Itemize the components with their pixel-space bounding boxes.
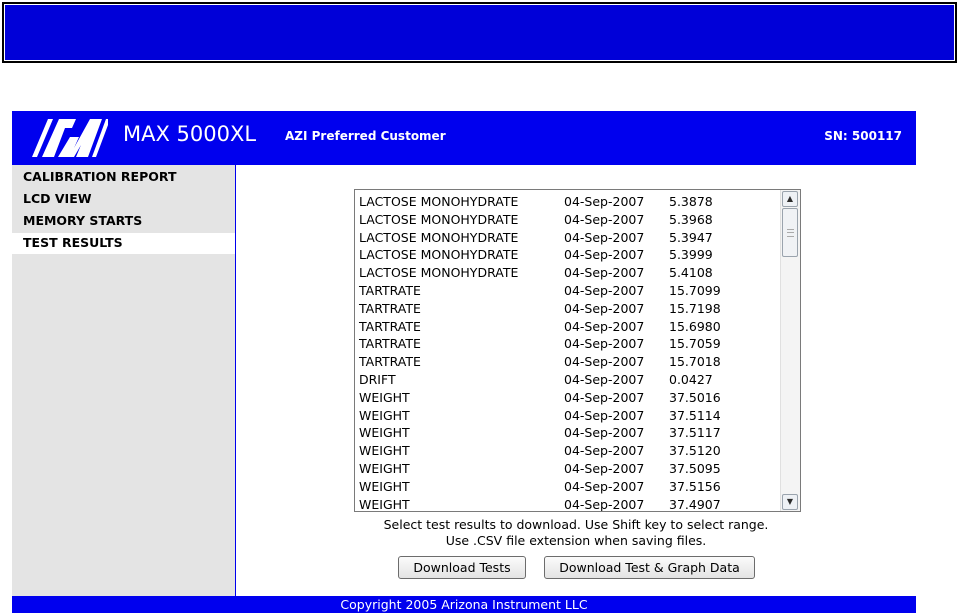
test-date: 04-Sep-2007 bbox=[564, 194, 645, 209]
sidebar-item-test-results[interactable]: TEST RESULTS bbox=[12, 233, 235, 254]
test-name: TARTRATE bbox=[359, 336, 421, 352]
test-name: WEIGHT bbox=[359, 407, 410, 423]
listbox-scrollbar[interactable]: ▲ ▼ bbox=[780, 190, 800, 511]
test-value: 15.7059 bbox=[669, 336, 721, 352]
test-date: 04-Sep-2007 bbox=[564, 318, 645, 334]
test-date: 04-Sep-2007 bbox=[564, 372, 645, 387]
test-name: LACTOSE MONOHYDRATE bbox=[359, 247, 519, 263]
test-date: 04-Sep-2007 bbox=[564, 354, 645, 370]
scroll-up-icon[interactable]: ▲ bbox=[782, 191, 798, 207]
copyright-footer: Copyright 2005 Arizona Instrument LLC bbox=[12, 596, 916, 613]
test-value: 5.3999 bbox=[669, 247, 713, 263]
test-name: TARTRATE bbox=[359, 283, 421, 298]
test-value: 15.7099 bbox=[669, 283, 721, 298]
test-date: 04-Sep-2007 bbox=[564, 211, 645, 227]
test-name: LACTOSE MONOHYDRATE bbox=[359, 229, 519, 245]
test-results-listbox[interactable]: LACTOSE MONOHYDRATE 04-Sep-2007 5.3878 LACT… bbox=[354, 189, 801, 512]
test-value: 37.5016 bbox=[669, 389, 721, 405]
test-name: LACTOSE MONOHYDRATE bbox=[359, 265, 519, 281]
test-value: 37.5117 bbox=[669, 425, 721, 441]
sidebar-item-calibration-report[interactable]: CALIBRATION REPORT bbox=[12, 167, 235, 188]
test-date: 04-Sep-2007 bbox=[564, 283, 645, 298]
model-name: MAX 5000XL bbox=[123, 122, 257, 146]
test-name: WEIGHT bbox=[359, 461, 410, 476]
instruction-text-2: Use .CSV file extension when saving file… bbox=[445, 533, 707, 548]
test-date: 04-Sep-2007 bbox=[564, 229, 645, 245]
test-date: 04-Sep-2007 bbox=[564, 407, 645, 423]
scroll-down-icon[interactable]: ▼ bbox=[782, 494, 798, 510]
test-date: 04-Sep-2007 bbox=[564, 389, 645, 405]
scroll-thumb[interactable] bbox=[782, 208, 798, 257]
app-header: MAX 5000XL AZI Preferred Customer SN: 50… bbox=[12, 111, 916, 165]
test-value: 15.6980 bbox=[669, 318, 721, 334]
test-name: LACTOSE MONOHYDRATE bbox=[359, 194, 519, 209]
test-name: TARTRATE bbox=[359, 318, 421, 334]
test-date: 04-Sep-2007 bbox=[564, 443, 645, 459]
sidebar-item-lcd-view[interactable]: LCD VIEW bbox=[12, 189, 235, 210]
test-name: TARTRATE bbox=[359, 300, 421, 316]
test-name: WEIGHT bbox=[359, 496, 410, 512]
test-value: 15.7018 bbox=[669, 354, 721, 370]
test-value: 5.4108 bbox=[669, 265, 713, 281]
test-value: 37.5095 bbox=[669, 461, 721, 476]
test-date: 04-Sep-2007 bbox=[564, 265, 645, 281]
download-tests-button[interactable]: Download Tests bbox=[398, 556, 526, 579]
top-banner bbox=[2, 2, 957, 63]
test-value: 37.5156 bbox=[669, 478, 721, 494]
test-name: WEIGHT bbox=[359, 389, 410, 405]
test-date: 04-Sep-2007 bbox=[564, 461, 645, 476]
test-name: DRIFT bbox=[359, 372, 396, 387]
test-value: 0.0427 bbox=[669, 372, 713, 387]
test-name: WEIGHT bbox=[359, 443, 410, 459]
customer-name: AZI Preferred Customer bbox=[285, 129, 446, 143]
test-name: TARTRATE bbox=[359, 354, 421, 370]
test-date: 04-Sep-2007 bbox=[564, 336, 645, 352]
test-value: 5.3878 bbox=[669, 194, 713, 209]
sidebar-nav: CALIBRATION REPORT LCD VIEW MEMORY START… bbox=[12, 165, 236, 596]
download-test-graph-button[interactable]: Download Test & Graph Data bbox=[544, 556, 755, 579]
test-name: LACTOSE MONOHYDRATE bbox=[359, 211, 519, 227]
instruction-text-1: Select test results to download. Use Shi… bbox=[383, 517, 769, 532]
test-date: 04-Sep-2007 bbox=[564, 478, 645, 494]
test-date: 04-Sep-2007 bbox=[564, 425, 645, 441]
test-name: WEIGHT bbox=[359, 478, 410, 494]
test-value: 15.7198 bbox=[669, 300, 721, 316]
test-name: WEIGHT bbox=[359, 425, 410, 441]
test-value: 37.5120 bbox=[669, 443, 721, 459]
test-date: 04-Sep-2007 bbox=[564, 247, 645, 263]
test-date: 04-Sep-2007 bbox=[564, 300, 645, 316]
azi-logo bbox=[32, 119, 108, 157]
test-date: 04-Sep-2007 bbox=[564, 496, 645, 512]
serial-number: SN: 500117 bbox=[824, 129, 902, 143]
test-value: 37.5114 bbox=[669, 407, 721, 423]
test-value: 5.3947 bbox=[669, 229, 713, 245]
test-value: 5.3968 bbox=[669, 211, 713, 227]
sidebar-item-memory-starts[interactable]: MEMORY STARTS bbox=[12, 211, 235, 232]
test-value: 37.4907 bbox=[669, 496, 721, 512]
